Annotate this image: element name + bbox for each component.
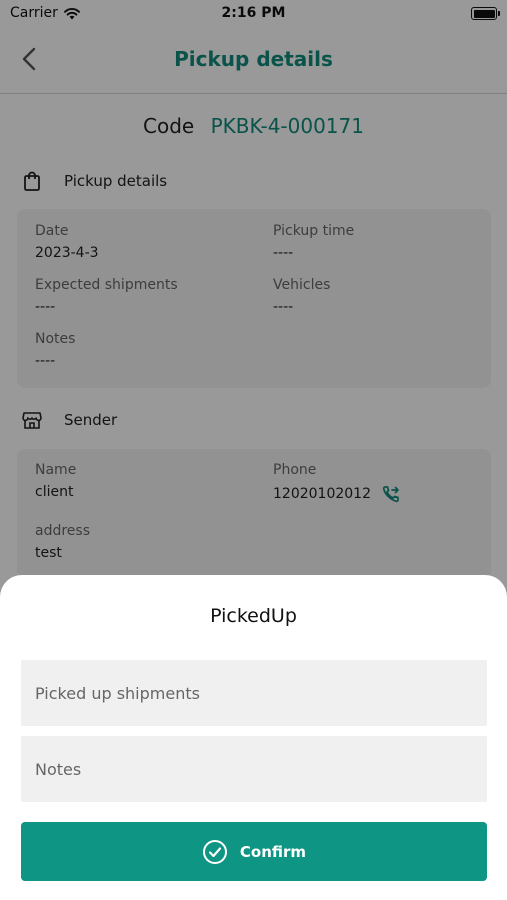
confirm-button[interactable]: Confirm bbox=[21, 822, 487, 881]
picked-up-sheet: PickedUp Confirm bbox=[0, 575, 507, 900]
confirm-label: Confirm bbox=[239, 842, 307, 861]
picked-up-shipments-input[interactable] bbox=[21, 660, 487, 726]
check-circle-icon bbox=[202, 839, 227, 864]
notes-input[interactable] bbox=[21, 736, 487, 802]
pickup-details-screen: Carrier 2:16 PM Pickup details Code PKBK… bbox=[0, 0, 507, 900]
sheet-title: PickedUp bbox=[210, 605, 297, 627]
